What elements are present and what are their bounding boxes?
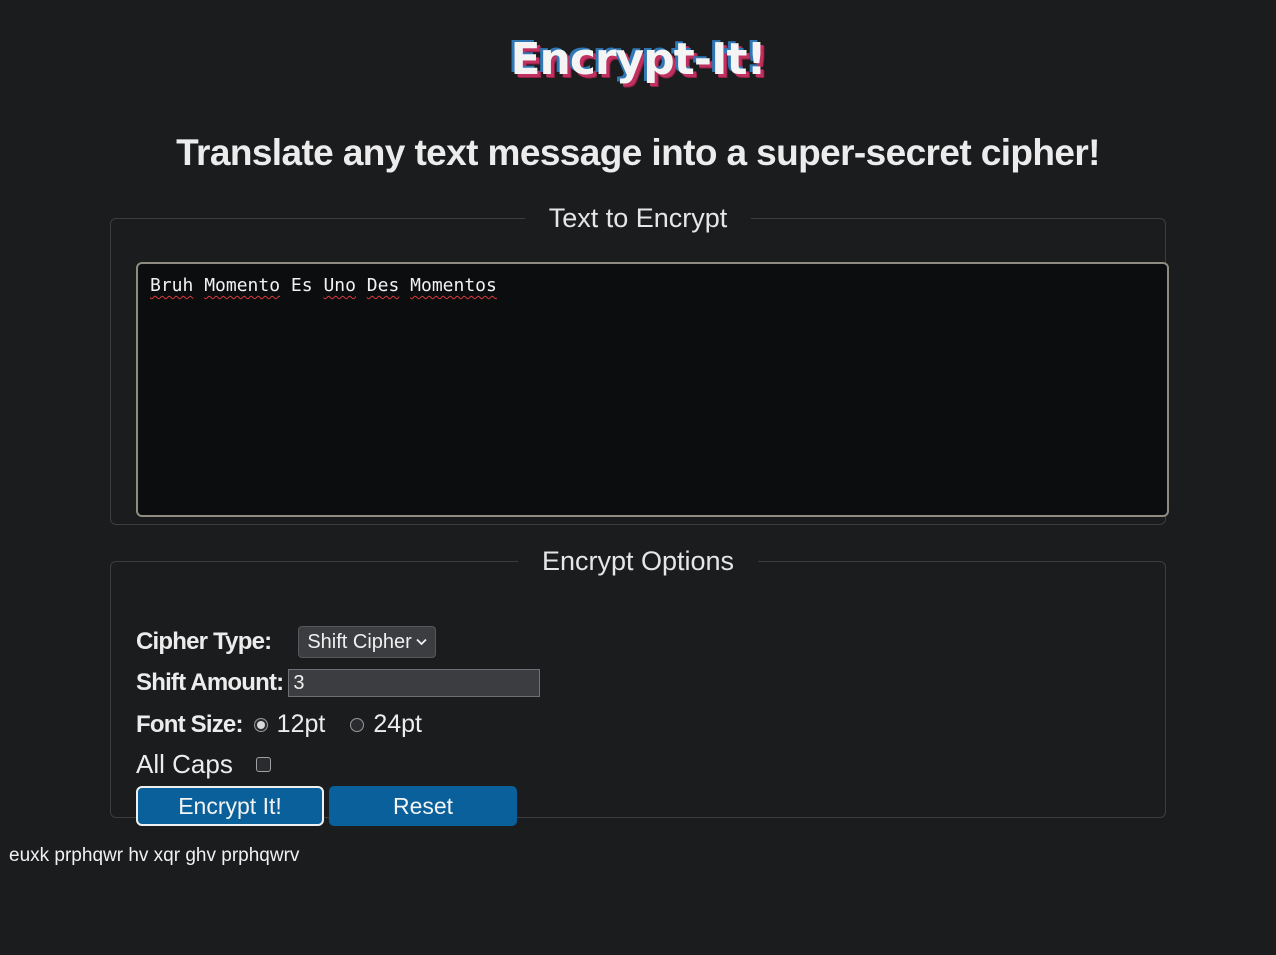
all-caps-row: All Caps (136, 749, 271, 780)
cipher-type-row: Cipher Type: Shift Cipher (136, 626, 437, 658)
encrypt-options-legend: Encrypt Options (541, 546, 735, 576)
font-size-12pt-radio[interactable] (253, 717, 268, 732)
page-subtitle: Translate any text message into a super-… (176, 132, 1100, 173)
input-word: Momentos (410, 275, 497, 296)
text-to-encrypt-textarea[interactable]: Bruh Momento Es Uno Des Momentos (136, 262, 1169, 517)
reset-button[interactable]: Reset (329, 786, 517, 826)
input-word: Momento (204, 275, 281, 296)
shift-amount-row: Shift Amount: 3 (136, 669, 541, 697)
font-size-24pt-label: 24pt (373, 710, 423, 738)
cipher-type-label: Cipher Type: (136, 628, 272, 655)
font-size-label: Font Size: (136, 710, 243, 738)
input-word: Des (366, 275, 400, 296)
text-to-encrypt-legend: Text to Encrypt (548, 203, 728, 233)
button-row: Encrypt It! Reset (136, 786, 517, 826)
font-size-row: Font Size: 12pt 24pt (136, 710, 422, 739)
text-to-encrypt-fieldset: Text to Encrypt Bruh Momento Es Uno Des … (110, 203, 1169, 525)
shift-amount-label: Shift Amount: (136, 669, 284, 696)
cipher-type-value: Shift Cipher (307, 630, 412, 653)
font-size-12pt-label: 12pt (276, 710, 326, 738)
input-word: Uno (323, 275, 356, 296)
input-word: Es (290, 275, 313, 296)
encrypt-options-fieldset: Encrypt Options Cipher Type: Shift Ciphe… (110, 546, 1166, 826)
logo: Encrypt-It! (510, 34, 766, 85)
encrypt-button[interactable]: Encrypt It! (136, 786, 324, 826)
encrypted-output: euxk prphqwr hv xqr ghv prphqwrv (9, 845, 300, 866)
chevron-down-icon (416, 635, 427, 649)
cipher-type-select[interactable]: Shift Cipher (298, 626, 437, 658)
all-caps-checkbox[interactable] (255, 757, 271, 772)
shift-amount-input[interactable]: 3 (288, 669, 541, 697)
page: Encrypt-It! Translate any text message i… (0, 0, 1276, 955)
logo-container: Encrypt-It! (0, 34, 1276, 85)
input-word: Bruh (150, 275, 194, 296)
all-caps-label: All Caps (136, 749, 233, 779)
font-size-24pt-radio[interactable] (350, 717, 365, 732)
